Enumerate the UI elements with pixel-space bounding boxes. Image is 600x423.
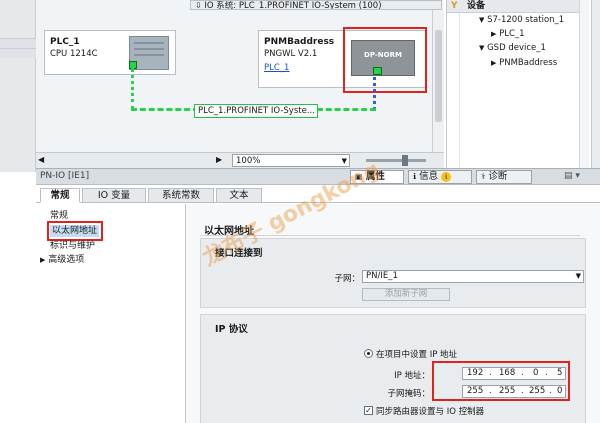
- zoom-value: 100%: [236, 156, 261, 166]
- tree-item-station[interactable]: ▼ S7-1200 station_1: [479, 14, 564, 26]
- device-tree-icon: Y: [451, 1, 458, 11]
- highlight-ip-fields: [432, 361, 570, 401]
- scroll-thumb[interactable]: [435, 30, 442, 122]
- scroll-right-arrow[interactable]: ▶: [216, 155, 222, 164]
- io-system-title-text: IO 系统: PLC_1.PROFINET IO-System (100): [204, 1, 382, 10]
- plc-type: CPU 1214C: [50, 49, 98, 59]
- chevron-down-icon: ▼: [479, 16, 485, 24]
- tree-item-plc[interactable]: ▶ PLC_1: [491, 28, 525, 40]
- highlight-ethernet-nav: [47, 221, 103, 241]
- dp-norm-module[interactable]: DP-NORM: [351, 40, 415, 76]
- zoom-toolbar: ◀ ▶ 100% ▼: [36, 152, 444, 168]
- subnet-select[interactable]: PN/IE_1 ▼: [362, 270, 584, 283]
- gateway-controller-link[interactable]: PLC_1: [264, 63, 289, 73]
- ip-protocol-title: IP 协议: [215, 324, 248, 335]
- chevron-right-icon: ▶: [40, 256, 46, 264]
- subnet-value: PN/IE_1: [366, 271, 398, 281]
- tree-item-gsd[interactable]: ▼ GSD device_1: [479, 42, 546, 54]
- io-system-icon: ⇩: [195, 1, 202, 10]
- tree-grid-column: [579, 0, 589, 168]
- tree-grid-divider: [459, 0, 460, 168]
- chevron-down-icon: ▼: [575, 272, 581, 280]
- sync-router-label: 同步路由器设置与 IO 控制器: [376, 407, 485, 417]
- nav-item-identification[interactable]: 标识与维护: [50, 240, 95, 252]
- network-line-plc-drop: [131, 68, 134, 110]
- set-ip-radio-label: 在项目中设置 IP 地址: [376, 350, 458, 360]
- ip-address-label: IP 地址：: [394, 371, 430, 381]
- tab-info-label: 信息: [419, 171, 439, 182]
- tree-scrollbar[interactable]: [591, 0, 600, 168]
- plc-name: PLC_1: [50, 37, 80, 47]
- tree-item-gateway[interactable]: ▶ PNMBaddress: [491, 57, 557, 69]
- subnet-mask-label: 子网掩码：: [387, 389, 430, 399]
- sync-router-checkbox[interactable]: ✓: [364, 406, 373, 415]
- chevron-right-icon: ▶: [491, 30, 497, 38]
- left-panel-edge: [0, 0, 36, 172]
- device-tree-panel: 设备 Y ▼ S7-1200 station_1 ▶ PLC_1 ▼ GSD d…: [446, 0, 600, 168]
- network-line-gateway-drop: [373, 77, 376, 110]
- info-arrow-icon: ℹ: [413, 172, 417, 181]
- plc-device[interactable]: PLC_1 CPU 1214C: [44, 30, 176, 75]
- io-system-title: ⇩ IO 系统: PLC_1.PROFINET IO-System (100): [190, 0, 442, 10]
- subnet-label: 子网：: [334, 274, 360, 284]
- network-view-scrollbar[interactable]: [432, 10, 444, 152]
- gateway-name: PNMBaddress: [264, 37, 335, 47]
- window-menu-icon[interactable]: ▤ ▾: [564, 171, 580, 181]
- subtab-texts[interactable]: 文本: [216, 188, 262, 203]
- chevron-right-icon: ▶: [491, 59, 497, 67]
- tree-item-station-label: S7-1200 station_1: [487, 15, 565, 25]
- tab-diagnostics-label: 诊断: [488, 171, 508, 182]
- zoom-slider-handle[interactable]: [402, 155, 408, 166]
- dp-norm-label: DP-NORM: [364, 51, 402, 59]
- profinet-network-label[interactable]: PLC_1.PROFINET IO-Syste...: [194, 104, 318, 118]
- device-tree-header: 设备: [447, 0, 579, 13]
- subtab-io-tags[interactable]: IO 变量: [82, 188, 146, 203]
- chevron-down-icon: ▼: [479, 44, 485, 52]
- info-badge-icon: i: [441, 171, 452, 182]
- tree-item-gateway-label: PNMBaddress: [499, 58, 558, 68]
- nav-item-advanced-label: 高级选项: [48, 255, 85, 265]
- tree-item-gsd-label: GSD device_1: [487, 43, 546, 53]
- diagnostics-icon: ⚕: [481, 172, 486, 181]
- device-tree-header-label: 设备: [467, 1, 486, 11]
- tree-item-plc-label: PLC_1: [499, 29, 525, 39]
- tab-diagnostics[interactable]: ⚕ 诊断: [476, 170, 532, 184]
- zoom-select[interactable]: 100% ▼: [232, 154, 350, 167]
- gateway-profinet-port[interactable]: [373, 67, 382, 75]
- gateway-type: PNGWL V2.1: [264, 49, 318, 59]
- inspector-title: PN-IO [IE1]: [40, 171, 90, 181]
- tab-info[interactable]: ℹ 信息 i: [408, 170, 472, 184]
- set-ip-radio[interactable]: [364, 349, 373, 358]
- subtab-system-constants[interactable]: 系统常数: [148, 188, 214, 203]
- nav-item-advanced[interactable]: ▶ 高级选项: [40, 254, 84, 266]
- add-subnet-button[interactable]: 添加新子网: [362, 288, 450, 301]
- scroll-left-arrow[interactable]: ◀: [38, 155, 44, 164]
- inspector-nav: 常规 以太网地址 标识与维护 ▶ 高级选项: [36, 204, 186, 423]
- subtab-general[interactable]: 常规: [40, 188, 80, 203]
